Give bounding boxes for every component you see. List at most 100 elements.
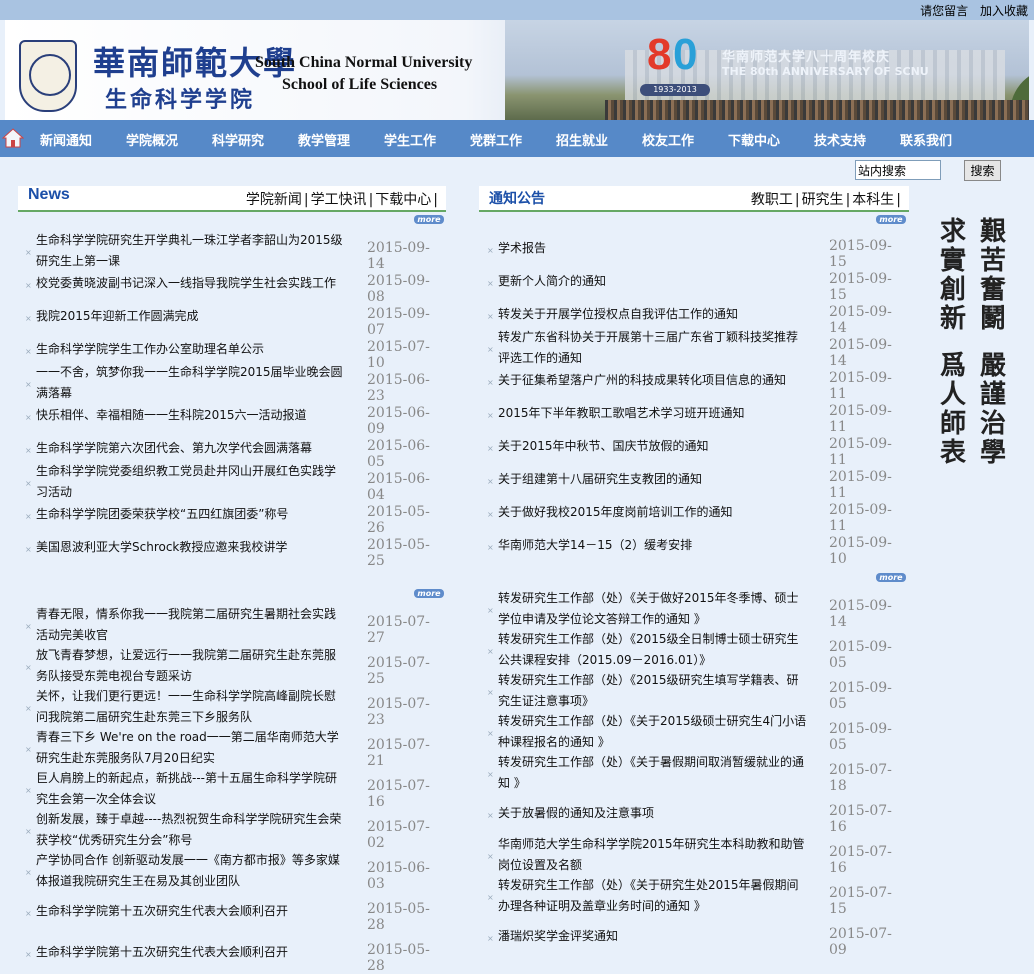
search-input[interactable] bbox=[855, 160, 941, 180]
nav-item-research[interactable]: 科学研究 bbox=[212, 130, 264, 149]
nav-item-support[interactable]: 技术支持 bbox=[814, 130, 866, 149]
tab-graduate[interactable]: 研究生 bbox=[802, 192, 844, 208]
list-item-title-link[interactable]: 生命科学学院团委荣获学校“五四红旗团委”称号 bbox=[36, 504, 346, 525]
bullet-icon: × bbox=[487, 729, 494, 738]
list-item-title-link[interactable]: 生命科学学院第六次团代会、第九次学代会圆满落幕 bbox=[36, 438, 346, 459]
nav-item-download[interactable]: 下载中心 bbox=[728, 130, 780, 149]
list-item: × 华南师范大学14－15（2）缓考安排 2015-09-10 bbox=[487, 525, 908, 567]
university-seal-icon bbox=[19, 40, 77, 112]
add-favorite-link[interactable]: 加入收藏 bbox=[980, 4, 1028, 18]
list-item-title-link[interactable]: 转发关于开展学位授权点自我评估工作的通知 bbox=[498, 304, 808, 325]
bullet-icon: × bbox=[487, 606, 494, 615]
tab-college-news[interactable]: 学院新闻 bbox=[246, 192, 302, 208]
nav-item-party[interactable]: 党群工作 bbox=[470, 130, 522, 149]
search-button[interactable]: 搜索 bbox=[964, 160, 1001, 181]
tab-undergraduate[interactable]: 本科生 bbox=[852, 192, 894, 208]
list-item-title-link[interactable]: 青春无限，情系你我一一我院第二届研究生暑期社会实践活动完美收官 bbox=[36, 604, 346, 646]
list-item-title-link[interactable]: 华南师范大学14－15（2）缓考安排 bbox=[498, 535, 808, 556]
tab-student-news[interactable]: 学工快讯 bbox=[311, 192, 367, 208]
list-item-title-link[interactable]: 转发研究生工作部（处）《关于研究生处2015年暑假期间办理各种证明及盖章业务时间… bbox=[498, 875, 808, 917]
list-item-date: 2015-07-09 bbox=[829, 926, 892, 958]
motto-character: 謹 bbox=[980, 380, 1007, 410]
news-more-button-1[interactable]: more bbox=[414, 215, 444, 224]
nav-item-contact[interactable]: 联系我们 bbox=[900, 130, 952, 149]
news-panel-title: News bbox=[28, 186, 70, 203]
list-item-title-link[interactable]: 生命科学学院第十五次研究生代表大会顺利召开 bbox=[36, 901, 346, 922]
list-item: × 转发研究生工作部（处）《关于做好2015年冬季博、硕士学位申请及学位论文答辩工… bbox=[487, 588, 908, 630]
top-links: 请您留言 加入收藏 bbox=[912, 2, 1028, 19]
bullet-icon: × bbox=[25, 314, 32, 323]
list-item: × 美国恩波利亚大学Schrock教授应邀来我校讲学 2015-05-25 bbox=[25, 527, 446, 569]
list-item-date: 2015-09-05 bbox=[829, 680, 892, 712]
tab-staff[interactable]: 教职工 bbox=[751, 192, 793, 208]
bullet-icon: × bbox=[25, 512, 32, 521]
list-item: × 我院2015年迎新工作圆满完成 2015-09-07 bbox=[25, 296, 446, 338]
list-item-title-link[interactable]: 创新发展，臻于卓越----热烈祝贺生命科学学院研究生会荣获学校“优秀研究生分会”… bbox=[36, 809, 346, 851]
nav-item-students[interactable]: 学生工作 bbox=[384, 130, 436, 149]
bullet-icon: × bbox=[25, 663, 32, 672]
news-panel-header: News 学院新闻 | 学工快讯 | 下载中心 | bbox=[18, 186, 446, 212]
list-item-title-link[interactable]: 关于放暑假的通知及注意事项 bbox=[498, 803, 808, 824]
notice-tabs: 教职工 | 研究生 | 本科生 | bbox=[751, 189, 903, 209]
list-item-title-link[interactable]: 青春三下乡 We're on the road一一第二届华南师范大学研究生赴东莞… bbox=[36, 727, 346, 769]
list-item-title-link[interactable]: 更新个人简介的通知 bbox=[498, 271, 808, 292]
leave-message-link[interactable]: 请您留言 bbox=[920, 4, 968, 18]
list-item-title-link[interactable]: 产学协同合作 创新驱动发展一一《南方都市报》等多家媒体报道我院研究生王在易及其创… bbox=[36, 850, 346, 892]
list-item-title-link[interactable]: 放飞青春梦想，让爱远行一一我院第二届研究生赴东莞服务队接受东莞电视台专题采访 bbox=[36, 645, 346, 687]
list-item-title-link[interactable]: 关于征集希望落户广州的科技成果转化项目信息的通知 bbox=[498, 370, 808, 391]
university-english-name: South China Normal University bbox=[255, 54, 473, 71]
bullet-icon: × bbox=[25, 827, 32, 836]
list-item-title-link[interactable]: 2015年下半年教职工歌唱艺术学习班开班通知 bbox=[498, 403, 808, 424]
list-item-title-link[interactable]: 关于做好我校2015年度岗前培训工作的通知 bbox=[498, 502, 808, 523]
motto-character: 爲 bbox=[940, 351, 967, 381]
list-item-title-link[interactable]: 华南师范大学生命科学学院2015年研究生本科助教和助管岗位设置及名额 bbox=[498, 834, 808, 876]
list-item: × 2015年下半年教职工歌唱艺术学习班开班通知 2015-09-11 bbox=[487, 393, 908, 435]
list-item-date: 2015-07-16 bbox=[829, 803, 892, 835]
motto-character: 嚴 bbox=[980, 351, 1007, 381]
home-icon[interactable] bbox=[2, 127, 24, 149]
list-item-title-link[interactable]: 转发研究生工作部（处）《2015级全日制博士硕士研究生公共课程安排（2015.0… bbox=[498, 629, 808, 671]
nav-item-overview[interactable]: 学院概况 bbox=[126, 130, 178, 149]
tab-separator: | bbox=[433, 192, 438, 208]
list-item: × 快乐相伴、幸福相随一一生科院2015六一活动报道 2015-06-09 bbox=[25, 395, 446, 437]
list-item: × 一一不舍，筑梦你我一一生命科学学院2015届毕业晚会圆满落幕 2015-06-2… bbox=[25, 362, 446, 404]
tab-downloads[interactable]: 下载中心 bbox=[375, 192, 431, 208]
list-item: × 关于放暑假的通知及注意事项 2015-07-16 bbox=[487, 793, 908, 835]
notice-panel-header: 通知公告 教职工 | 研究生 | 本科生 | bbox=[479, 186, 909, 212]
notice-more-button-1[interactable]: more bbox=[876, 215, 906, 224]
list-item-title-link[interactable]: 关于2015年中秋节、国庆节放假的通知 bbox=[498, 436, 808, 457]
list-item-title-link[interactable]: 关于组建第十八届研究生支教团的通知 bbox=[498, 469, 808, 490]
motto-character: 艱 bbox=[980, 217, 1007, 247]
list-item-title-link[interactable]: 生命科学学院第十五次研究生代表大会顺利召开 bbox=[36, 942, 346, 963]
list-item-title-link[interactable]: 美国恩波利亚大学Schrock教授应邀来我校讲学 bbox=[36, 537, 346, 558]
bullet-icon: × bbox=[487, 852, 494, 861]
bullet-icon: × bbox=[487, 378, 494, 387]
list-item: × 转发研究生工作部（处）《2015级全日制博士硕士研究生公共课程安排（2015.… bbox=[487, 629, 908, 671]
list-item-title-link[interactable]: 转发研究生工作部（处）《2015级研究生填写学籍表、研究生证注意事项》 bbox=[498, 670, 808, 712]
list-item-title-link[interactable]: 巨人肩膀上的新起点，新挑战---第十五届生命科学学院研究生会第一次全体会议 bbox=[36, 768, 346, 810]
list-item-title-link[interactable]: 转发研究生工作部（处）《关于2015级硕士研究生4门小语种课程报名的通知 》 bbox=[498, 711, 808, 753]
nav-item-alumni[interactable]: 校友工作 bbox=[642, 130, 694, 149]
nav-item-teaching[interactable]: 教学管理 bbox=[298, 130, 350, 149]
list-item-title-link[interactable]: 生命科学学院学生工作办公室助理名单公示 bbox=[36, 339, 346, 360]
list-item-title-link[interactable]: 关怀，让我们更行更远！一一生命科学学院高峰副院长慰问我院第二届研究生赴东莞三下乡… bbox=[36, 686, 346, 728]
notice-more-button-2[interactable]: more bbox=[876, 573, 906, 582]
list-item-title-link[interactable]: 学术报告 bbox=[498, 238, 808, 259]
tab-separator: | bbox=[368, 192, 374, 208]
list-item-date: 2015-07-18 bbox=[829, 762, 892, 794]
list-item-title-link[interactable]: 转发研究生工作部（处）《关于做好2015年冬季博、硕士学位申请及学位论文答辩工作… bbox=[498, 588, 808, 630]
bullet-icon: × bbox=[487, 444, 494, 453]
list-item: × 关于做好我校2015年度岗前培训工作的通知 2015-09-11 bbox=[487, 492, 908, 534]
news-more-button-2[interactable]: more bbox=[414, 589, 444, 598]
list-item-title-link[interactable]: 转发研究生工作部（处）《关于暑假期间取消暂缓就业的通知 》 bbox=[498, 752, 808, 794]
list-item-title-link[interactable]: 潘瑞炽奖学金评奖通知 bbox=[498, 926, 808, 947]
nav-item-news[interactable]: 新闻通知 bbox=[40, 130, 92, 149]
list-item: × 转发研究生工作部（处）《2015级研究生填写学籍表、研究生证注意事项》 2015… bbox=[487, 670, 908, 712]
list-item-title-link[interactable]: 校党委黄晓波副书记深入一线指导我院学生社会实践工作 bbox=[36, 273, 346, 294]
list-item-date: 2015-07-25 bbox=[367, 655, 430, 687]
nav-item-admission[interactable]: 招生就业 bbox=[556, 130, 608, 149]
list-item: × 关怀，让我们更行更远！一一生命科学学院高峰副院长慰问我院第二届研究生赴东莞三下… bbox=[25, 686, 446, 728]
list-item-date: 2015-09-05 bbox=[829, 721, 892, 753]
list-item-title-link[interactable]: 我院2015年迎新工作圆满完成 bbox=[36, 306, 346, 327]
list-item-title-link[interactable]: 快乐相伴、幸福相随一一生科院2015六一活动报道 bbox=[36, 405, 346, 426]
